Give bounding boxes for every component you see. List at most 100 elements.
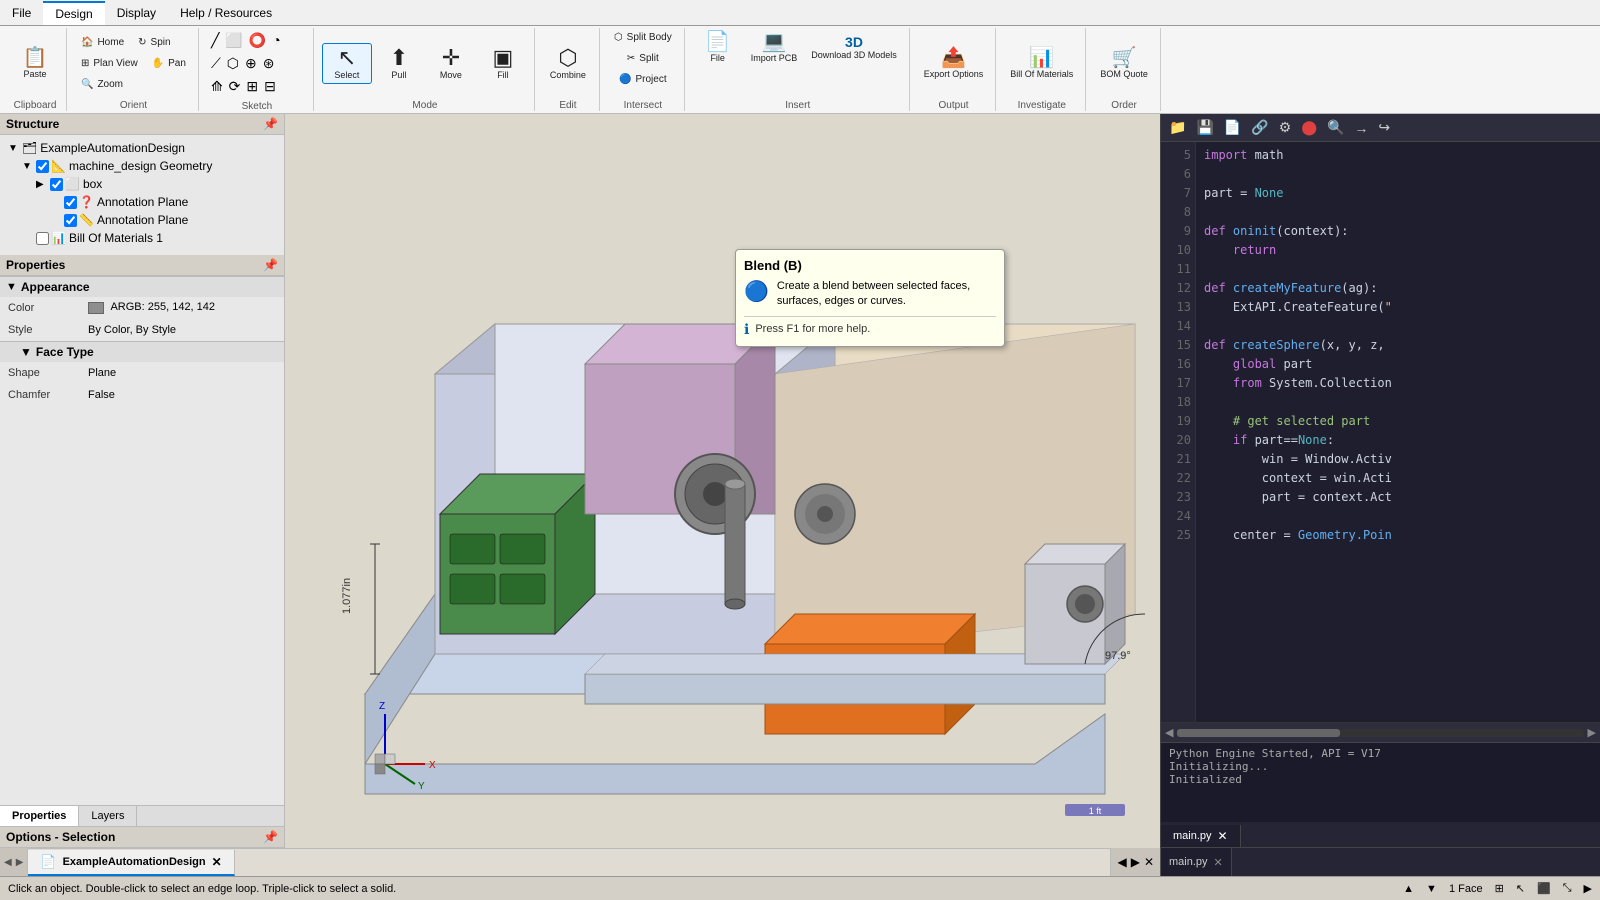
tab-properties[interactable]: Properties	[0, 806, 79, 826]
zoom-button[interactable]: 🔍 Zoom	[75, 75, 129, 94]
tree-item-annotation2[interactable]: 📏 Annotation Plane	[0, 211, 284, 229]
code-new-icon[interactable]: 📄	[1220, 117, 1245, 138]
code-folder-icon[interactable]: 📁	[1165, 117, 1190, 138]
pin-icon[interactable]: 📌	[263, 117, 278, 131]
scroll-thumb[interactable]	[1177, 729, 1339, 737]
sketch-tool6-icon[interactable]: ⟳	[227, 76, 243, 97]
resize1-icon[interactable]: ⊞	[1495, 882, 1504, 895]
structure-panel-header[interactable]: Structure 📌	[0, 114, 284, 135]
plan-view-button[interactable]: ⊞ Plan View	[75, 54, 144, 73]
code-scrollbar[interactable]: ◀ ▶	[1161, 722, 1600, 742]
export-options-button[interactable]: 📤 Export Options	[918, 44, 990, 83]
sketch-arc-icon[interactable]: ◔	[270, 30, 282, 51]
color-swatch[interactable]	[88, 302, 104, 314]
pull-button[interactable]: ⬆ Pull	[374, 43, 424, 84]
viewport-nav-left-icon[interactable]: ◀	[4, 857, 12, 868]
split-button[interactable]: ✂ Split	[621, 49, 665, 68]
code-link-icon[interactable]: 🔗	[1247, 117, 1272, 138]
annotation2-checkbox[interactable]	[64, 214, 77, 227]
paste-button[interactable]: 📋 Paste	[10, 44, 60, 83]
sketch-line-icon[interactable]: ╱	[209, 30, 221, 51]
menu-file[interactable]: File	[0, 2, 43, 24]
options-pin-icon[interactable]: 📌	[263, 830, 278, 844]
sketch-tool4-icon[interactable]: ⊛	[261, 53, 277, 74]
down-arrow-icon[interactable]: ▼	[1426, 883, 1437, 895]
fill-icon: ▣	[493, 47, 514, 69]
combine-button[interactable]: ⬡ Combine	[543, 43, 593, 84]
status-bar: Click an object. Double-click to select …	[0, 876, 1600, 900]
sketch-tool2-icon[interactable]: ⬡	[225, 53, 241, 74]
box-checkbox[interactable]	[50, 178, 63, 191]
code-tab-close-icon[interactable]: ✕	[1218, 829, 1228, 843]
sketch-circle-icon[interactable]: ⭕	[247, 30, 268, 51]
svg-text:Z: Z	[379, 701, 385, 712]
face-count: 1 Face	[1449, 883, 1483, 895]
import-pcb-button[interactable]: 💻 Import PCB	[745, 28, 804, 67]
home-button[interactable]: 🏠 Home	[75, 33, 130, 52]
tab-layers[interactable]: Layers	[79, 806, 137, 826]
ribbon-group-sketch: ╱ ⬜ ⭕ ◔ ⟋ ⬡ ⊕ ⊛ ⟰ ⟳ ⊞ ⊟	[201, 28, 314, 111]
select-button[interactable]: ↖ Select	[322, 43, 372, 84]
order-label: Order	[1111, 100, 1137, 111]
up-arrow-icon[interactable]: ▲	[1403, 883, 1414, 895]
menu-help[interactable]: Help / Resources	[168, 2, 284, 24]
split-body-button[interactable]: ⬡ Split Body	[608, 28, 678, 47]
code-save-icon[interactable]: 💾	[1192, 117, 1217, 138]
viewport-collapse-left-icon[interactable]: ◀	[1117, 855, 1126, 869]
annotation1-name: Annotation Plane	[97, 195, 280, 209]
sketch-tool8-icon[interactable]: ⊟	[262, 76, 278, 97]
project-button[interactable]: 🔵 Project	[613, 70, 673, 89]
viewport-collapse-right-icon[interactable]: ▶	[1131, 855, 1140, 869]
properties-panel-header[interactable]: Properties 📌	[0, 255, 284, 276]
tree-item-root[interactable]: ▼ 🗂 ExampleAutomationDesign	[0, 139, 284, 157]
viewport-nav-right-icon[interactable]: ▶	[16, 857, 24, 868]
tree-item-geometry[interactable]: ▼ 📐 machine_design Geometry	[0, 157, 284, 175]
arrow-right-icon[interactable]: ▶	[1584, 882, 1592, 895]
move-button[interactable]: ✛ Move	[426, 43, 476, 84]
viewport-tab-close-icon[interactable]: ✕	[212, 855, 222, 869]
tree-item-annotation1[interactable]: ❓ Annotation Plane	[0, 193, 284, 211]
code-stop-icon[interactable]: ⬤	[1297, 117, 1321, 138]
scroll-left-icon[interactable]: ◀	[1165, 726, 1173, 739]
resize3-icon[interactable]: ⬛	[1537, 882, 1551, 895]
bom-checkbox[interactable]	[36, 232, 49, 245]
sketch-tool5-icon[interactable]: ⟰	[209, 76, 225, 97]
resize2-icon[interactable]: ↖	[1516, 882, 1525, 895]
tooltip-info-icon: ℹ	[744, 321, 749, 338]
zoom-fit-icon[interactable]: ⤡	[1563, 882, 1572, 895]
sketch-tool3-icon[interactable]: ⊕	[243, 53, 259, 74]
download-3d-button[interactable]: 3D Download 3D Models	[805, 28, 903, 67]
spin-button[interactable]: ↻ Spin	[132, 33, 176, 52]
geometry-checkbox[interactable]	[36, 160, 49, 173]
collapse-root-icon[interactable]: ▼	[8, 143, 22, 154]
collapse-box-icon[interactable]: ▶	[36, 179, 50, 190]
sketch-tool1-icon[interactable]: ⟋	[209, 53, 223, 74]
bottom-tab-options[interactable]: 📄 ExampleAutomationDesign ✕	[28, 850, 234, 876]
tree-item-bom[interactable]: 📊 Bill Of Materials 1	[0, 229, 284, 247]
fill-button[interactable]: ▣ Fill	[478, 43, 528, 84]
menu-display[interactable]: Display	[105, 2, 168, 24]
annotation1-checkbox[interactable]	[64, 196, 77, 209]
sketch-tool7-icon[interactable]: ⊞	[244, 76, 260, 97]
code-search-icon[interactable]: 🔍	[1323, 117, 1348, 138]
appearance-header[interactable]: ▼ Appearance	[0, 277, 284, 297]
sketch-rect-icon[interactable]: ⬜	[223, 30, 244, 51]
properties-pin-icon[interactable]: 📌	[263, 258, 278, 272]
code-arrow2-icon[interactable]: ↪	[1374, 117, 1394, 138]
style-row: Style By Color, By Style	[0, 319, 284, 341]
code-bottom-close-icon[interactable]: ✕	[1214, 856, 1223, 869]
face-type-header[interactable]: ▼ Face Type	[0, 341, 284, 362]
menu-design[interactable]: Design	[43, 1, 104, 25]
file-button[interactable]: 📄 File	[693, 28, 743, 67]
code-arrow1-icon[interactable]: →	[1350, 118, 1372, 138]
scroll-right-icon[interactable]: ▶	[1588, 726, 1596, 739]
code-tab-main[interactable]: main.py ✕	[1161, 825, 1241, 847]
collapse-geometry-icon[interactable]: ▼	[22, 161, 36, 172]
tree-item-box[interactable]: ▶ ⬜ box	[0, 175, 284, 193]
code-settings-icon[interactable]: ⚙	[1275, 117, 1296, 138]
bom-quote-button[interactable]: 🛒 BOM Quote	[1094, 44, 1154, 83]
bill-of-materials-button[interactable]: 📊 Bill Of Materials	[1004, 44, 1079, 83]
code-content[interactable]: import math part = None def oninit(conte…	[1196, 142, 1600, 722]
pan-button[interactable]: ✋ Pan	[146, 54, 192, 73]
viewport-close-icon[interactable]: ✕	[1144, 855, 1154, 869]
